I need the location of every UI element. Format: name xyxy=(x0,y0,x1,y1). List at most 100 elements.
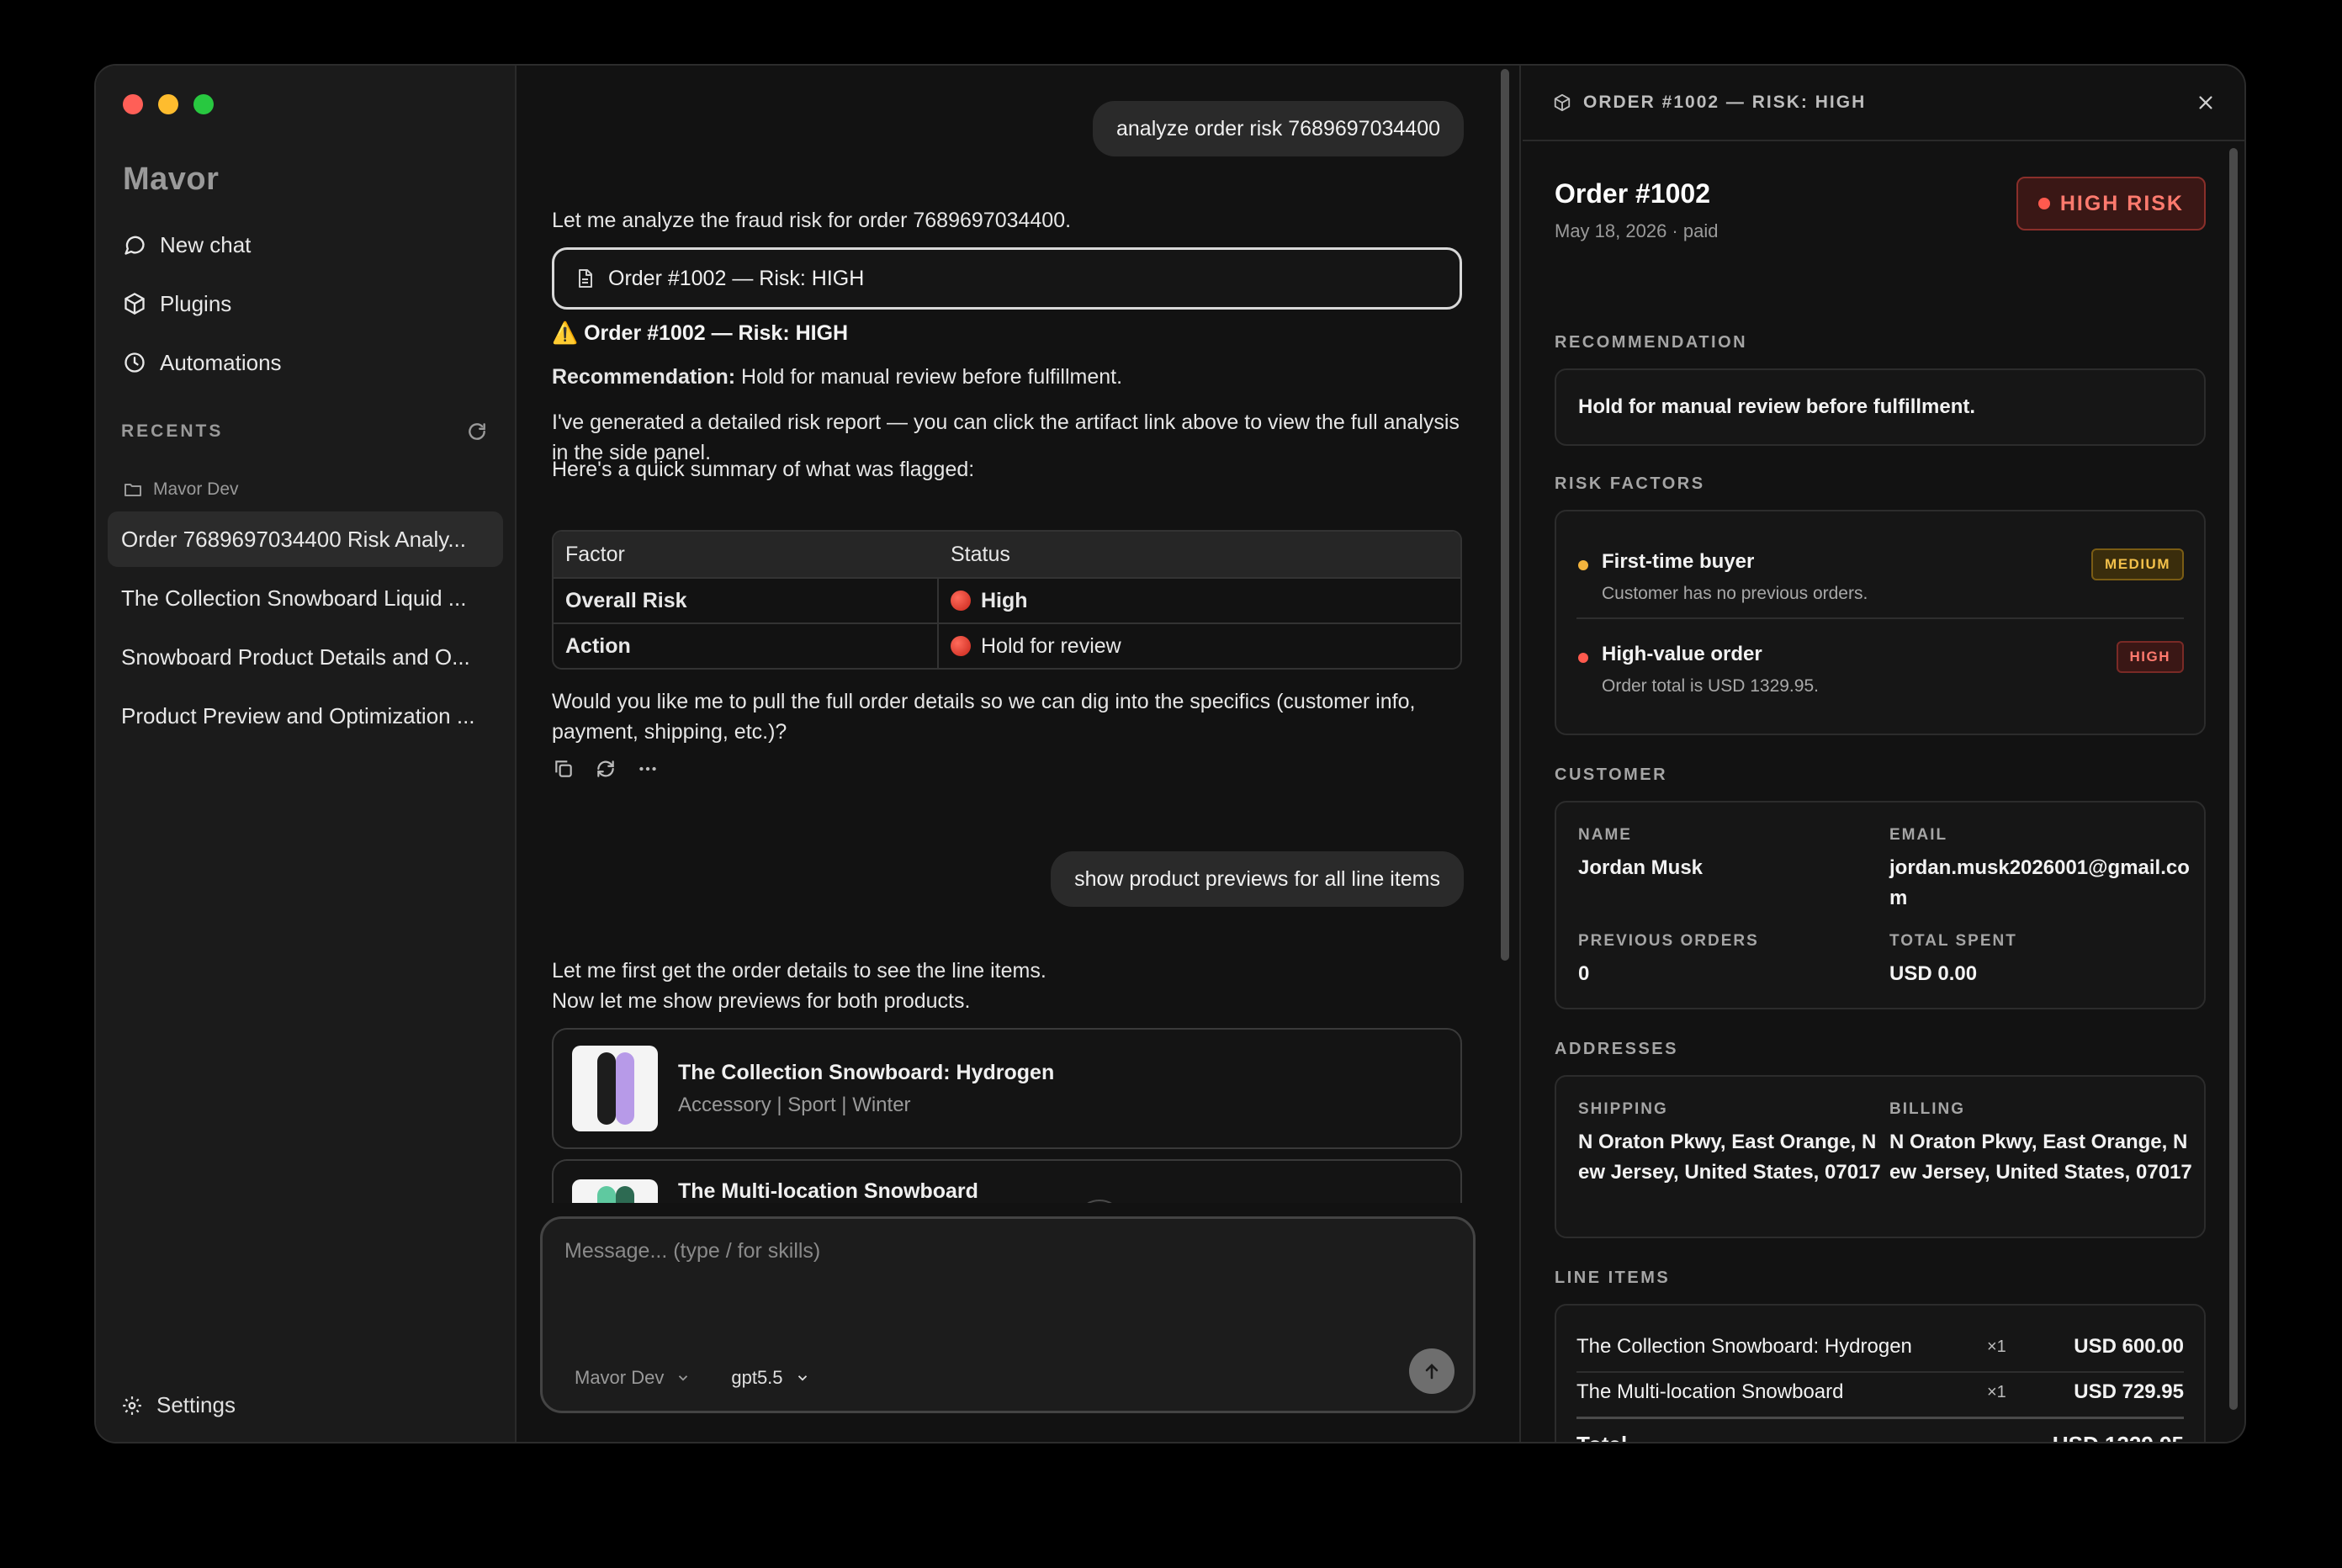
recents-header: RECENTS xyxy=(121,421,488,442)
risk-badge: HIGH RISK xyxy=(2016,177,2206,230)
user-message: show product previews for all line items xyxy=(1051,851,1464,907)
status-value: Hold for review xyxy=(981,633,1121,658)
risk-factor: First-time buyer Customer has no previou… xyxy=(1576,527,2184,617)
field-label: EMAIL xyxy=(1889,826,1948,844)
message-composer: Message... (type / for skills) Mavor Dev… xyxy=(540,1216,1476,1413)
risk-factor-desc: Customer has no previous orders. xyxy=(1602,584,1868,603)
message-input[interactable]: Message... (type / for skills) xyxy=(564,1239,820,1263)
product-title: The Multi-location Snowboard xyxy=(678,1179,978,1203)
section-label: ADDRESSES xyxy=(1555,1040,1678,1058)
customer-box: NAME Jordan Musk EMAIL jordan.musk202600… xyxy=(1555,801,2206,1009)
summary-intro: Here's a quick summary of what was flagg… xyxy=(552,458,975,481)
table-cell: Overall Risk xyxy=(554,579,939,622)
total-spent-field: TOTAL SPENT USD 0.00 xyxy=(1889,932,2184,989)
line-item: The Collection Snowboard: Hydrogen ×1 US… xyxy=(1576,1324,2184,1369)
billing-address: N Oraton Pkwy, East Orange, New Jersey, … xyxy=(1889,1131,2192,1184)
new-chat-icon xyxy=(125,236,145,255)
window-controls xyxy=(123,94,214,114)
settings-button[interactable]: Settings xyxy=(121,1392,236,1418)
nav-new-chat[interactable]: New chat xyxy=(119,215,490,274)
gear-icon xyxy=(123,1396,141,1415)
document-icon xyxy=(579,269,592,288)
section-label: CUSTOMER xyxy=(1555,765,1668,784)
artifact-label: Order #1002 — Risk: HIGH xyxy=(608,266,865,290)
field-label: TOTAL SPENT xyxy=(1889,932,2017,950)
shipping-address: N Oraton Pkwy, East Orange, New Jersey, … xyxy=(1578,1131,1881,1184)
assistant-line: Now let me show previews for both produc… xyxy=(552,989,971,1013)
minimize-window-button[interactable] xyxy=(158,94,178,114)
recent-item[interactable]: Order 7689697034400 Risk Analy... xyxy=(108,511,503,567)
order-date-status: May 18, 2026 · paid xyxy=(1555,220,1719,241)
field-label: PREVIOUS ORDERS xyxy=(1578,932,1759,950)
product-preview-card[interactable]: The Collection Snowboard: Hydrogen Acces… xyxy=(552,1028,1462,1149)
nav-plugins-label: Plugins xyxy=(160,290,232,316)
panel-header: ORDER #1002 — RISK: HIGH xyxy=(1523,66,2244,141)
artifact-link[interactable]: Order #1002 — Risk: HIGH xyxy=(552,247,1462,310)
risk-dot-icon xyxy=(2037,198,2050,209)
table-header-cell: Factor xyxy=(565,542,625,566)
panel-title: ORDER #1002 — RISK: HIGH xyxy=(1583,93,1867,112)
sidebar: Mavor New chat Plugins Automations RECEN… xyxy=(96,66,517,1442)
chevron-down-icon xyxy=(679,1375,688,1381)
section-label: RECOMMENDATION xyxy=(1555,333,1748,352)
model-selector-label: gpt5.5 xyxy=(731,1367,783,1388)
risk-heading: ⚠️ Order #1002 — Risk: HIGH xyxy=(552,318,1460,348)
line-item-name: The Multi-location Snowboard xyxy=(1576,1380,1844,1403)
total-value: USD 1329.95 xyxy=(1999,1432,2184,1443)
assistant-intro: Let me analyze the fraud risk for order … xyxy=(552,209,1072,232)
snowboard-graphic xyxy=(616,1052,634,1125)
snowboard-graphic xyxy=(597,1052,616,1125)
table-row: Action Hold for review xyxy=(554,622,1460,668)
close-icon xyxy=(2199,96,2212,109)
risk-badge-label: HIGH RISK xyxy=(2059,191,2184,215)
shipping-address-field: SHIPPING N Oraton Pkwy, East Orange, New… xyxy=(1578,1100,1881,1188)
recent-item[interactable]: Product Preview and Optimization ... xyxy=(108,688,503,744)
nav-automations-label: Automations xyxy=(160,349,282,375)
more-icon[interactable] xyxy=(636,757,660,781)
product-tags: Accessory | Sport | Winter xyxy=(678,1093,911,1116)
user-message: analyze order risk 7689697034400 xyxy=(1093,101,1464,156)
customer-email[interactable]: jordan.musk2026001@gmail.com xyxy=(1889,853,2192,914)
line-item-name: The Collection Snowboard: Hydrogen xyxy=(1576,1335,1912,1358)
risk-factor-desc: Order total is USD 1329.95. xyxy=(1602,676,1819,696)
recommendation-text: Hold for manual review before fulfillmen… xyxy=(741,365,1123,389)
nav-plugins[interactable]: Plugins xyxy=(119,274,490,333)
table-cell: High xyxy=(939,579,1460,622)
customer-name: Jordan Musk xyxy=(1578,856,1704,879)
regenerate-icon[interactable] xyxy=(594,757,617,781)
recent-item[interactable]: The Collection Snowboard Liquid ... xyxy=(108,570,503,626)
recent-item[interactable]: Snowboard Product Details and O... xyxy=(108,629,503,685)
risk-level-badge: MEDIUM xyxy=(2091,548,2184,580)
nav-automations[interactable]: Automations xyxy=(119,333,490,392)
send-button[interactable] xyxy=(1409,1348,1454,1394)
close-panel-button[interactable] xyxy=(2194,91,2217,114)
total-label: Total xyxy=(1576,1432,1999,1443)
workspace-selector[interactable]: Mavor Dev xyxy=(575,1367,691,1389)
section-label: RISK FACTORS xyxy=(1555,474,1705,493)
refresh-icon[interactable] xyxy=(466,421,488,442)
composer-toolbar: Mavor Dev gpt5.5 xyxy=(575,1367,810,1389)
risk-factors-box: First-time buyer Customer has no previou… xyxy=(1555,510,2206,735)
chat-scrollbar[interactable] xyxy=(1501,69,1509,961)
status-value: High xyxy=(981,588,1028,612)
risk-heading-level: HIGH xyxy=(795,321,849,345)
maximize-window-button[interactable] xyxy=(193,94,214,114)
plugins-icon xyxy=(125,293,145,315)
close-window-button[interactable] xyxy=(123,94,143,114)
chat-transcript[interactable]: analyze order risk 7689697034400 Let me … xyxy=(517,66,1519,1203)
field-label: BILLING xyxy=(1889,1100,1965,1118)
risk-factor-name: First-time buyer xyxy=(1602,550,1755,573)
chevron-down-icon xyxy=(797,1375,807,1381)
snowboard-graphic xyxy=(597,1186,616,1203)
copy-icon[interactable] xyxy=(552,757,575,781)
medium-dot-icon xyxy=(1578,560,1588,570)
addresses-box: SHIPPING N Oraton Pkwy, East Orange, New… xyxy=(1555,1075,2206,1238)
clock-icon xyxy=(125,352,145,373)
settings-label: Settings xyxy=(156,1392,236,1417)
workspace-folder[interactable]: Mavor Dev xyxy=(123,479,239,500)
model-selector[interactable]: gpt5.5 xyxy=(731,1367,809,1389)
recommendation-label: Recommendation: xyxy=(552,365,736,389)
product-preview-card[interactable]: The Multi-location Snowboard xyxy=(552,1159,1462,1203)
panel-scrollbar[interactable] xyxy=(2229,148,2238,1410)
risk-factor-name: High-value order xyxy=(1602,643,1762,665)
